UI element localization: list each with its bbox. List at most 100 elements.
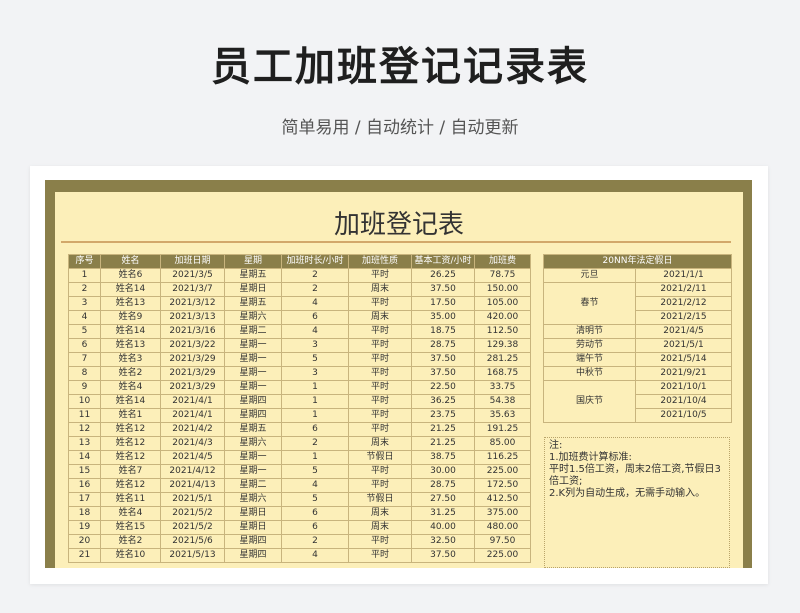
holiday-name: 中秋节 (543, 366, 636, 381)
column-header: 基本工资/小时 (411, 254, 475, 269)
table-cell: 3 (68, 296, 101, 311)
table-cell: 14 (68, 450, 101, 465)
holiday-name: 端午节 (543, 352, 636, 367)
table-row: 10 姓名14 2021/4/1 星期四 1 平时 36.25 54.38 (68, 394, 531, 409)
table-row: 13 姓名12 2021/4/3 星期六 2 周末 21.25 85.00 (68, 436, 531, 451)
table-cell: 平时 (348, 548, 412, 563)
table-cell: 420.00 (474, 310, 531, 325)
overtime-table-header: 序号 姓名 加班日期 星期 加班时长/小时 加班性质 基本工资/小时 加班费 (68, 254, 531, 269)
table-cell: 2 (281, 534, 349, 549)
table-cell: 6 (281, 310, 349, 325)
table-cell: 4 (281, 324, 349, 339)
table-row: 11 姓名1 2021/4/1 星期四 1 平时 23.75 35.63 (68, 408, 531, 423)
table-cell: 星期二 (224, 324, 282, 339)
holiday-date: 2021/2/12 (634, 296, 733, 311)
table-cell: 星期四 (224, 534, 282, 549)
table-cell: 21 (68, 548, 101, 563)
table-cell: 4 (68, 310, 101, 325)
table-cell: 星期六 (224, 492, 282, 507)
page-subtitle: 简单易用 / 自动统计 / 自动更新 (281, 118, 519, 138)
table-cell: 平时 (348, 422, 412, 437)
table-cell: 1 (281, 380, 349, 395)
table-cell: 姓名12 (100, 478, 161, 493)
notes-line: 2.K列为自动生成，无需手动输入。 (549, 488, 706, 499)
table-cell: 19 (68, 520, 101, 535)
table-cell: 姓名4 (100, 380, 161, 395)
table-row: 1 姓名6 2021/3/5 星期五 2 平时 26.25 78.75 (68, 268, 531, 283)
table-row: 16 姓名12 2021/4/13 星期二 4 平时 28.75 172.50 (68, 478, 531, 493)
column-header: 加班时长/小时 (281, 254, 349, 269)
table-cell: 平时 (348, 324, 412, 339)
table-cell: 姓名14 (100, 394, 161, 409)
table-cell: 36.25 (411, 394, 475, 409)
table-cell: 112.50 (474, 324, 531, 339)
title-divider (61, 241, 731, 243)
table-cell: 星期五 (224, 268, 282, 283)
table-cell: 2021/5/2 (160, 506, 225, 521)
table-cell: 1 (281, 394, 349, 409)
table-cell: 22.50 (411, 380, 475, 395)
table-cell: 2 (281, 436, 349, 451)
column-header: 姓名 (100, 254, 161, 269)
table-cell: 姓名14 (100, 324, 161, 339)
table-cell: 星期六 (224, 310, 282, 325)
page-title: 员工加班登记记录表 (211, 44, 589, 90)
table-cell: 2021/4/2 (160, 422, 225, 437)
table-cell: 35.63 (474, 408, 531, 423)
table-row: 6 姓名13 2021/3/22 星期一 3 平时 28.75 129.38 (68, 338, 531, 353)
table-cell: 30.00 (411, 464, 475, 479)
holiday-row: 端午节 2021/5/14 (543, 352, 733, 367)
table-cell: 星期四 (224, 548, 282, 563)
table-cell: 2 (68, 282, 101, 297)
table-cell: 2 (281, 268, 349, 283)
table-cell: 129.38 (474, 338, 531, 353)
table-cell: 4 (281, 296, 349, 311)
table-cell: 节假日 (348, 492, 412, 507)
table-cell: 6 (281, 520, 349, 535)
table-cell: 23.75 (411, 408, 475, 423)
table-cell: 37.50 (411, 352, 475, 367)
table-row: 8 姓名2 2021/3/29 星期一 3 平时 37.50 168.75 (68, 366, 531, 381)
table-cell: 4 (281, 548, 349, 563)
table-cell: 姓名2 (100, 534, 161, 549)
table-cell: 2021/5/13 (160, 548, 225, 563)
table-cell: 姓名4 (100, 506, 161, 521)
table-cell: 37.50 (411, 282, 475, 297)
holiday-row: 清明节 2021/4/5 (543, 324, 733, 339)
table-cell: 21.25 (411, 436, 475, 451)
table-cell: 191.25 (474, 422, 531, 437)
table-cell: 2021/4/12 (160, 464, 225, 479)
table-cell: 1 (281, 450, 349, 465)
holiday-date: 2021/1/1 (634, 268, 733, 283)
table-cell: 97.50 (474, 534, 531, 549)
table-cell: 节假日 (348, 450, 412, 465)
table-cell: 1 (68, 268, 101, 283)
table-cell: 平时 (348, 534, 412, 549)
holiday-table: 20NN年法定假日 元旦 2021/1/1 春节 2021/2/11 2021/2/12… (542, 254, 733, 423)
table-cell: 11 (68, 408, 101, 423)
holiday-date: 2021/5/1 (634, 338, 733, 353)
table-cell: 2021/4/1 (160, 408, 225, 423)
table-cell: 27.50 (411, 492, 475, 507)
table-cell: 2021/3/16 (160, 324, 225, 339)
table-cell: 6 (281, 422, 349, 437)
table-cell: 225.00 (474, 464, 531, 479)
table-cell: 3 (281, 338, 349, 353)
table-cell: 2021/5/1 (160, 492, 225, 507)
table-cell: 2 (281, 282, 349, 297)
table-cell: 2021/4/1 (160, 394, 225, 409)
table-row: 19 姓名15 2021/5/2 星期日 6 周末 40.00 480.00 (68, 520, 531, 535)
table-cell: 172.50 (474, 478, 531, 493)
table-cell: 姓名7 (100, 464, 161, 479)
table-cell: 周末 (348, 506, 412, 521)
holiday-row: 劳动节 2021/5/1 (543, 338, 733, 353)
table-cell: 85.00 (474, 436, 531, 451)
column-header: 加班费 (474, 254, 531, 269)
holiday-row: 国庆节 2021/10/1 (543, 380, 733, 423)
table-cell: 星期日 (224, 520, 282, 535)
spreadsheet-frame: 加班登记表 序号 姓名 加班日期 星期 加班时长/小时 加班性质 基本工资/小时 加班费 1姓… (45, 180, 752, 568)
table-cell: 姓名11 (100, 492, 161, 507)
overtime-table-body: 1 姓名6 2021/3/5 星期五 2 平时 26.25 78.75 2 姓名14 2021/3/… (68, 268, 531, 563)
table-cell: 星期二 (224, 478, 282, 493)
table-cell: 姓名3 (100, 352, 161, 367)
